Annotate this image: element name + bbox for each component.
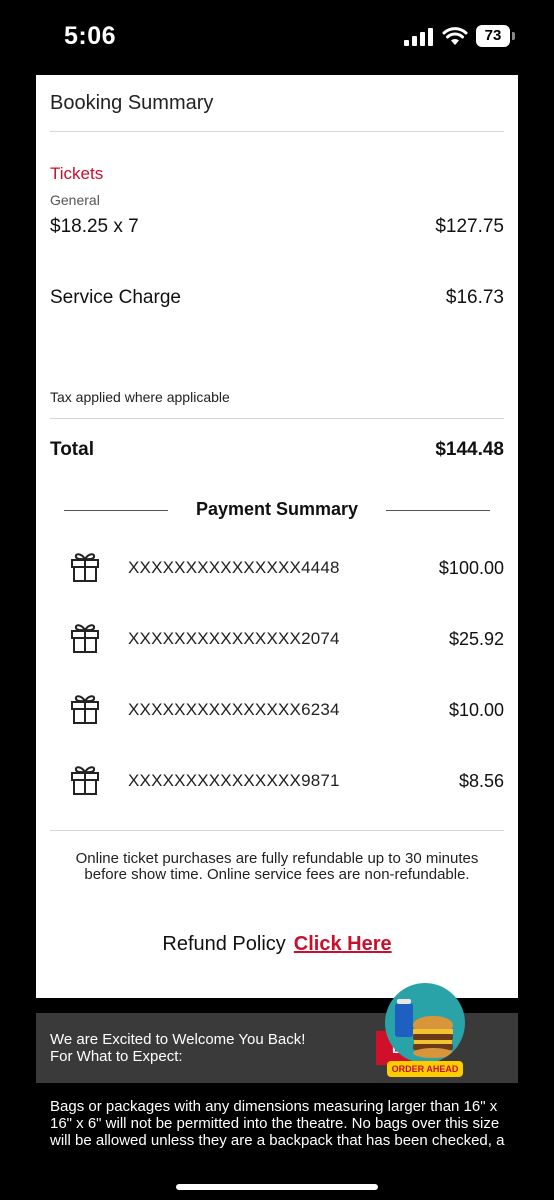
payment-row: XXXXXXXXXXXXXXX9871 $8.56 <box>36 764 518 798</box>
payment-row: XXXXXXXXXXXXXXX2074 $25.92 <box>36 622 518 656</box>
order-ahead-label: ORDER AHEAD <box>391 1064 459 1074</box>
ticket-type: General <box>50 192 100 208</box>
battery-icon: 73 <box>476 25 516 47</box>
divider <box>50 418 504 419</box>
divider <box>50 830 504 831</box>
payment-row: XXXXXXXXXXXXXXX6234 $10.00 <box>36 693 518 727</box>
gift-card-icon <box>71 553 99 582</box>
ticket-amount: $127.75 <box>435 216 504 237</box>
wifi-icon <box>442 27 468 45</box>
refund-note: Online ticket purchases are fully refund… <box>75 850 479 883</box>
booking-summary-card: Booking Summary Tickets General $18.25 x… <box>36 75 518 998</box>
payment-card-number: XXXXXXXXXXXXXXX2074 <box>128 629 340 648</box>
payment-summary-title: Payment Summary <box>181 499 373 519</box>
service-charge-label: Service Charge <box>50 287 181 308</box>
gift-card-icon <box>71 766 99 795</box>
divider <box>50 131 504 132</box>
payment-row: XXXXXXXXXXXXXXX4448 $100.00 <box>36 551 518 585</box>
gift-card-icon <box>71 624 99 653</box>
banner-line-2: For What to Expect: <box>50 1048 183 1065</box>
payment-card-number: XXXXXXXXXXXXXXX6234 <box>128 700 340 719</box>
tax-note: Tax applied where applicable <box>50 389 230 405</box>
order-ahead-button[interactable]: ORDER AHEAD <box>385 983 465 1079</box>
bag-policy-text: Bags or packages with any dimensions mea… <box>50 1098 505 1150</box>
cellular-signal-icon <box>404 28 433 46</box>
tickets-label: Tickets <box>50 164 104 183</box>
banner-message: We are Excited to Welcome You Back! For … <box>50 1031 305 1065</box>
payment-summary-header: Payment Summary <box>64 499 490 523</box>
payment-amount: $25.92 <box>448 629 504 649</box>
payment-amount: $8.56 <box>458 771 504 791</box>
battery-level: 73 <box>476 25 510 47</box>
refund-policy-row: Refund Policy Click Here <box>36 933 518 956</box>
payment-amount: $10.00 <box>448 700 504 720</box>
service-charge-amount: $16.73 <box>445 287 504 308</box>
booking-summary-title: Booking Summary <box>50 92 214 114</box>
payment-amount: $100.00 <box>438 558 504 578</box>
status-time: 5:06 <box>64 22 117 50</box>
burger-and-drink-icon <box>395 999 453 1058</box>
total-label: Total <box>50 439 94 460</box>
gift-card-icon <box>71 695 99 724</box>
payment-card-number: XXXXXXXXXXXXXXX9871 <box>128 771 340 790</box>
ticket-line: $18.25 x 7 <box>50 216 139 237</box>
refund-policy-link[interactable]: Click Here <box>294 933 392 955</box>
home-indicator[interactable] <box>176 1184 378 1190</box>
banner-line-1: We are Excited to Welcome You Back! <box>50 1031 306 1048</box>
total-amount: $144.48 <box>435 439 504 460</box>
order-ahead-image <box>385 983 465 1063</box>
payment-card-number: XXXXXXXXXXXXXXX4448 <box>128 558 340 577</box>
refund-policy-label: Refund Policy <box>162 933 286 955</box>
status-bar: 5:06 73 <box>0 0 554 74</box>
